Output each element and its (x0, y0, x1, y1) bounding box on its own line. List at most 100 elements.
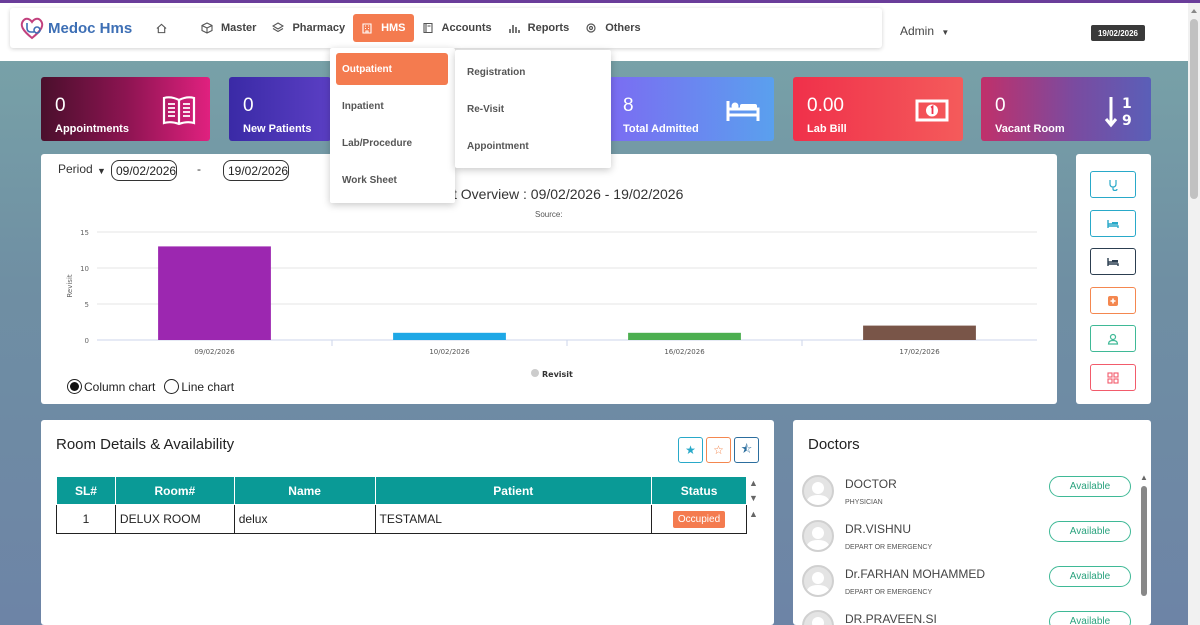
stethoscope-icon (1109, 179, 1118, 191)
stat-card-total-admitted[interactable]: 8 Total Admitted (609, 77, 774, 141)
doctor-item[interactable]: DOCTOR PHYSICIAN Available (802, 475, 1142, 519)
main-navbar: Medoc Hms Master Pharmacy HMS Accounts R… (10, 8, 882, 48)
table-row[interactable]: 1 DELUX ROOM delux TESTAMAL Occupied (56, 504, 747, 534)
star-filled-button[interactable]: ★ (678, 437, 703, 463)
scroll-up-icon[interactable] (1191, 9, 1197, 13)
scroll-up-icon[interactable]: ▲ (1140, 473, 1148, 482)
home-nav[interactable] (148, 14, 175, 42)
nav-hms[interactable]: HMS (353, 14, 414, 42)
svg-text:1: 1 (1122, 96, 1132, 112)
doctor-item[interactable]: Dr.FARHAN MOHAMMED DEPART OR EMERGENCY A… (802, 565, 1142, 609)
stat-label: Vacant Room (995, 123, 1065, 135)
availability-badge[interactable]: Available (1049, 566, 1131, 587)
nav-pharmacy[interactable]: Pharmacy (264, 14, 353, 42)
chart-title: t Overview : 09/02/2026 - 19/02/2026 (453, 186, 684, 202)
table-scroll-down-icon[interactable]: ▼ (749, 493, 758, 503)
stat-label: Lab Bill (807, 123, 847, 135)
book-open-icon (162, 96, 196, 126)
line-chart-radio[interactable] (164, 379, 180, 394)
menu-item-work-sheet[interactable]: Work Sheet (342, 175, 397, 186)
col-room: Room# (114, 476, 235, 505)
star-outline-button[interactable]: ☆ (706, 437, 731, 463)
table-header-row: SL# Room# Name Patient Status (56, 476, 747, 505)
doctors-scrollbar[interactable]: ▲ (1140, 473, 1148, 625)
doctor-item[interactable]: DR.VISHNU DEPART OR EMERGENCY Available (802, 520, 1142, 564)
row-scroll-up-icon[interactable]: ▲ (749, 509, 758, 519)
cell-name: delux (233, 504, 376, 534)
stat-card-appointments[interactable]: 0 Appointments (41, 77, 210, 141)
avatar (802, 475, 834, 507)
column-chart-label[interactable]: Column chart (84, 380, 155, 394)
nav-others-label: Others (605, 22, 641, 34)
from-date-input[interactable]: 09/02/2026 (111, 160, 177, 181)
doctor-name: DR.VISHNU (845, 522, 912, 536)
stethoscope-button[interactable] (1090, 171, 1136, 198)
doctor-item[interactable]: DR.PRAVEEN.SI Available (802, 610, 1142, 625)
doctor-department: DEPART OR EMERGENCY (845, 589, 933, 596)
layers-icon (272, 22, 285, 33)
stat-card-new-patients[interactable]: 0 New Patients (229, 77, 331, 141)
star-half-button[interactable]: ⯪ (734, 437, 759, 463)
caret-down-icon: ▼ (941, 28, 950, 37)
stat-card-lab-bill[interactable]: 0.00 Lab Bill (793, 77, 963, 141)
y-axis-label: Revisit (66, 274, 74, 298)
header-date-badge: 19/02/2026 (1091, 25, 1145, 41)
user-button[interactable] (1090, 325, 1136, 352)
bed-dark-button[interactable] (1090, 248, 1136, 275)
y-tick-label: 5 (85, 301, 89, 309)
chevron-down-icon[interactable]: ▼ (97, 166, 106, 176)
grid-button[interactable] (1090, 364, 1136, 391)
revisit-chart: 0 5 10 15 Revisit 09/02/2026 10/02/2026 16/02/2… (66, 229, 1037, 379)
line-chart-label[interactable]: Line chart (181, 380, 234, 394)
table-scroll-up-icon[interactable]: ▲ (749, 478, 758, 488)
bar-chart-icon (508, 25, 520, 33)
app-logo[interactable]: Medoc Hms (18, 14, 138, 42)
menu-item-lab-procedure[interactable]: Lab/Procedure (342, 138, 412, 149)
first-aid-button[interactable] (1090, 287, 1136, 314)
avatar (802, 520, 834, 552)
cell-patient: TESTAMAL (374, 504, 653, 534)
page-scrollbar[interactable] (1188, 3, 1200, 625)
heart-stethoscope-icon (20, 17, 44, 40)
building-icon (362, 23, 372, 34)
nav-hms-label: HMS (381, 22, 406, 34)
availability-badge[interactable]: Available (1049, 476, 1131, 497)
scrollbar-thumb[interactable] (1141, 486, 1147, 596)
x-tick-label: 16/02/2026 (664, 348, 705, 356)
col-status: Status (651, 476, 747, 505)
col-sl: SL# (56, 476, 116, 505)
x-tick-label: 17/02/2026 (899, 348, 940, 356)
nav-reports[interactable]: Reports (500, 14, 578, 42)
bed-button[interactable] (1090, 210, 1136, 237)
svg-text:9: 9 (1122, 113, 1132, 129)
submenu-item-registration[interactable]: Registration (467, 67, 525, 78)
first-aid-icon (1108, 295, 1118, 306)
app-name: Medoc Hms (48, 19, 133, 37)
period-select[interactable]: Period (58, 162, 93, 176)
availability-badge[interactable]: Available (1049, 611, 1131, 625)
x-tick-label: 10/02/2026 (429, 348, 470, 356)
doctor-name: Dr.FARHAN MOHAMMED (845, 567, 986, 581)
nav-accounts[interactable]: Accounts (414, 14, 500, 42)
menu-item-inpatient[interactable]: Inpatient (342, 101, 384, 112)
stat-label: New Patients (243, 123, 312, 135)
col-name: Name (233, 476, 376, 505)
submenu-item-re-visit[interactable]: Re-Visit (467, 104, 504, 115)
user-menu[interactable]: Admin ▼ (900, 24, 949, 38)
bed-icon (1107, 219, 1119, 228)
stat-card-vacant-room[interactable]: 0 Vacant Room 19 (981, 77, 1151, 141)
nav-master[interactable]: Master (193, 14, 264, 42)
submenu-item-appointment[interactable]: Appointment (467, 141, 529, 152)
stat-value: 0 (55, 95, 66, 116)
doctor-name: DR.PRAVEEN.SI (845, 612, 937, 625)
availability-badge[interactable]: Available (1049, 521, 1131, 542)
menu-item-outpatient[interactable]: Outpatient (342, 64, 392, 75)
x-tick-label: 09/02/2026 (194, 348, 235, 356)
column-chart-radio[interactable] (67, 379, 82, 394)
star-half-icon: ⯪ (740, 441, 753, 456)
chart-bar (628, 332, 741, 340)
to-date-input[interactable]: 19/02/2026 (223, 160, 289, 181)
legend-label: Revisit (542, 370, 573, 379)
nav-others[interactable]: Others (577, 14, 648, 42)
scrollbar-thumb[interactable] (1190, 19, 1198, 199)
